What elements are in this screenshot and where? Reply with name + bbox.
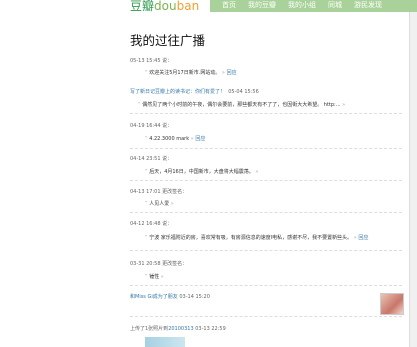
feed-text: “ 人见人爱 » (145, 201, 174, 207)
feed-meta: 03-31 20:58 更改签名： (130, 261, 188, 267)
feed-meta: 04-13 17:01 更改签名： (130, 189, 188, 195)
feed-text: “ 偶然见了两个小时前的午夜，偶尔会要前，那些都天有不了了，也因街大大希望。 h… (138, 102, 346, 108)
feed-meta: 上传了1张照片到20100313 03-13 22:59 (130, 326, 226, 332)
divider (130, 250, 402, 251)
feed-text: “ 锤性 » (145, 274, 164, 280)
feed-meta: 04-14 23:51 说： (130, 156, 173, 162)
divider (130, 212, 402, 213)
top-bar: 豆瓣douban 首页 我的豆瓣 我的小组 同城 游民发现 (0, 0, 417, 13)
divider (130, 180, 402, 181)
reply-link[interactable]: 回应 (227, 70, 237, 76)
feed-meta: 04-12 16:48 说： (130, 221, 173, 227)
divider (130, 113, 402, 114)
friend-avatar[interactable] (380, 293, 404, 315)
nav-home[interactable]: 首页 (210, 0, 236, 12)
nav-my-groups[interactable]: 我的小组 (276, 0, 316, 12)
diary-link[interactable]: 豆瓣上的读书记：你们有爱了！ (155, 89, 225, 95)
logo-dou: dou (154, 0, 177, 13)
feed-text: “ 欢迎关注5月17日新市.网站动。 » 回应 (145, 70, 237, 76)
nav-explore[interactable]: 游民发现 (342, 0, 382, 12)
feed-text: “ 4.22.3000 mark » 回应 (145, 136, 206, 142)
feed-text: “ 宁波 家乐福附近的房，喜欢常有吸，有房源信息的速度l电私，感谢不尽，我不要置… (145, 235, 369, 241)
scrollbar[interactable] (409, 12, 417, 347)
feed-meta: 写了新日记豆瓣上的读书记：你们有爱了！ 05-04 15:56 (130, 89, 259, 95)
page-title: 我的过往广播 (130, 33, 206, 48)
album-link[interactable]: 20100313 (168, 326, 193, 332)
feed-meta: 和Miss Gi成为了朋友 03-14 15:20 (130, 294, 210, 300)
main-nav: 首页 我的豆瓣 我的小组 同城 游民发现 (210, 0, 417, 12)
friend-link[interactable]: 和Miss Gi成为了朋友 (130, 294, 178, 300)
logo-chinese: 豆瓣 (130, 0, 155, 13)
feed-meta: 05-13 15:45 说： (130, 58, 173, 64)
divider (130, 316, 402, 317)
divider (130, 285, 402, 286)
nav-my-douban[interactable]: 我的豆瓣 (236, 0, 276, 12)
nav-local[interactable]: 同城 (316, 0, 342, 12)
douban-logo[interactable]: 豆瓣douban (130, 0, 199, 14)
reply-link[interactable]: 回应 (358, 235, 368, 241)
feed-meta: 04-19 16:44 说： (130, 123, 173, 129)
uploaded-photo[interactable] (145, 337, 185, 347)
logo-ban: ban (176, 0, 200, 13)
reply-link[interactable]: 回应 (195, 136, 205, 142)
divider (130, 148, 402, 149)
feed-text: “ 后天，4月16日，中国新市，大盘将大幅震荡。 » (145, 169, 259, 175)
